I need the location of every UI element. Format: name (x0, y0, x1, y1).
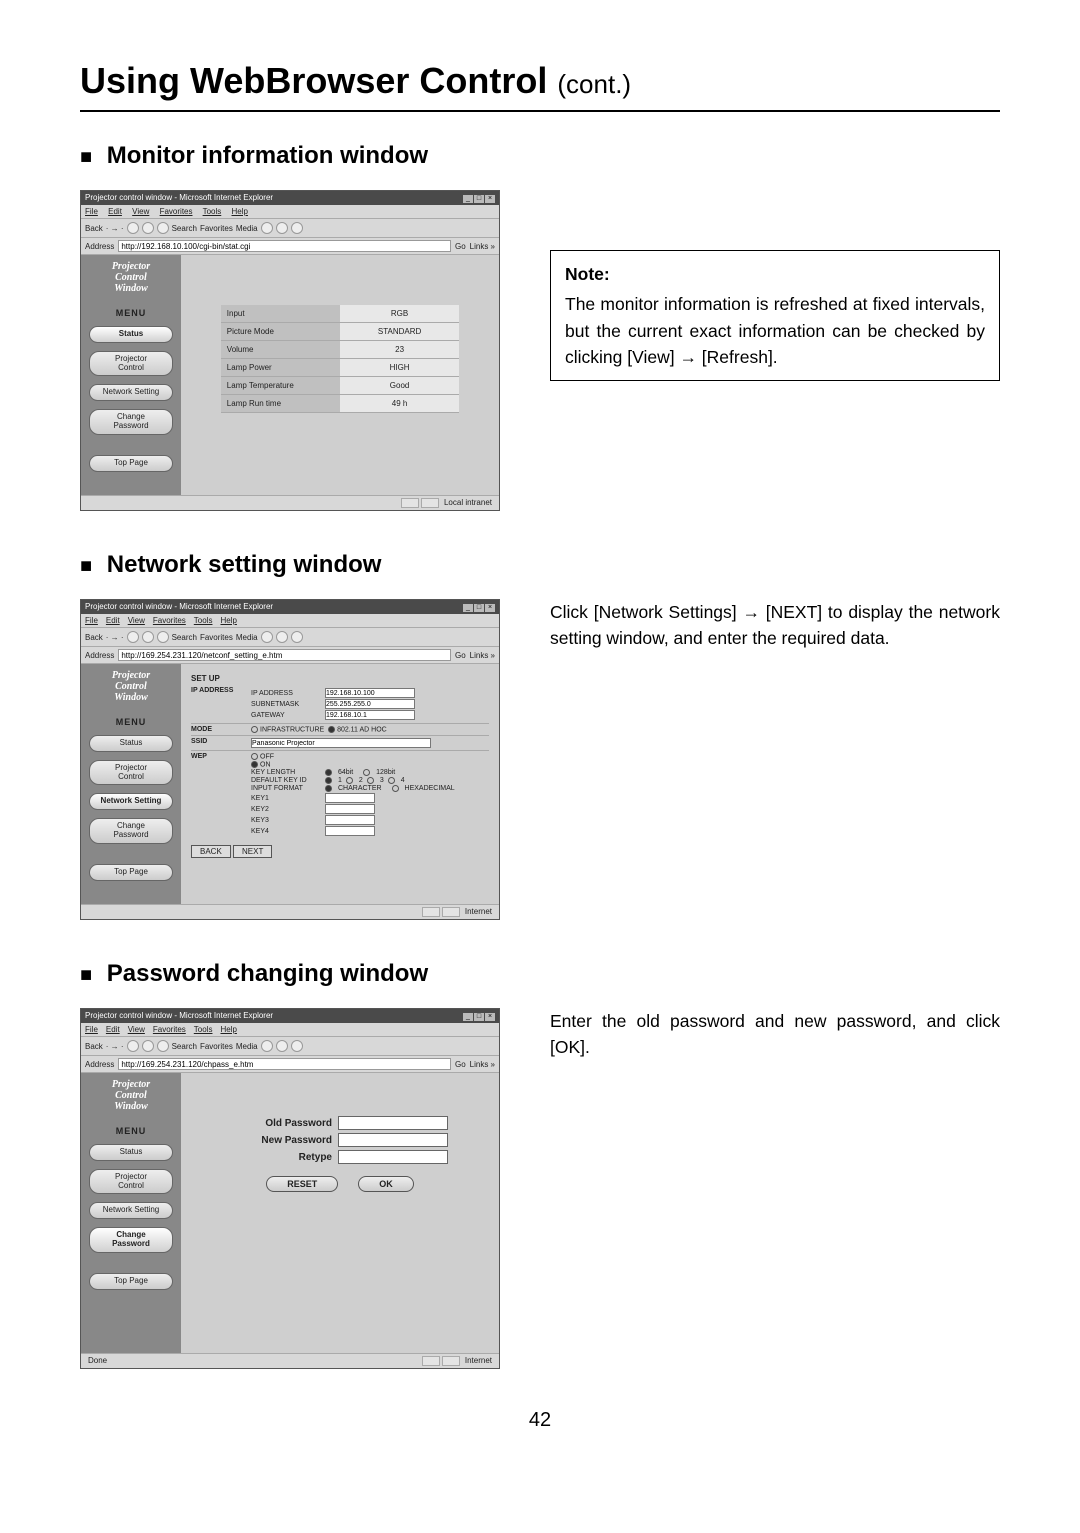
screenshot-password: Projector control window - Microsoft Int… (80, 1008, 500, 1369)
ip-address-field[interactable] (325, 688, 415, 698)
screenshot-network: Projector control window - Microsoft Int… (80, 599, 500, 920)
projector-control-window-logo: Projector Control Window (112, 261, 150, 294)
radio-wep-off[interactable] (251, 753, 258, 760)
square-bullet-icon: ■ (80, 146, 92, 168)
titlebar: Projector control window - Microsoft Int… (81, 191, 499, 205)
key2-field[interactable] (325, 804, 375, 814)
sidebar-item-top-page[interactable]: Top Page (89, 455, 173, 472)
radio-adhoc[interactable] (328, 726, 335, 733)
key1-field[interactable] (325, 793, 375, 803)
radio-infrastructure[interactable] (251, 726, 258, 733)
sidebar-item-projector-control[interactable]: Projector Control (89, 760, 173, 786)
go-button[interactable]: Go (455, 242, 466, 251)
table-row: Lamp TemperatureGood (221, 377, 459, 395)
gateway-field[interactable] (325, 710, 415, 720)
key4-field[interactable] (325, 826, 375, 836)
sidebar-item-projector-control[interactable]: Projector Control (89, 351, 173, 377)
reset-button[interactable]: RESET (266, 1176, 338, 1192)
sidebar-item-change-password[interactable]: Change Password (89, 818, 173, 844)
setup-title: SET UP (191, 674, 489, 683)
old-password-field[interactable] (338, 1116, 448, 1130)
sidebar-item-status[interactable]: Status (89, 326, 173, 343)
screenshot-monitor: Projector control window - Microsoft Int… (80, 190, 500, 511)
address-input[interactable] (118, 1058, 451, 1070)
maximize-icon[interactable]: □ (474, 195, 484, 203)
address-input[interactable] (118, 649, 451, 661)
back-button[interactable]: BACK (191, 845, 231, 858)
links-button[interactable]: Links » (470, 242, 495, 251)
print-icon[interactable] (291, 222, 303, 234)
retype-password-field[interactable] (338, 1150, 448, 1164)
mail-icon[interactable] (276, 222, 288, 234)
new-password-field[interactable] (338, 1133, 448, 1147)
status-done: Done (85, 1356, 110, 1366)
note-box: Note: The monitor information is refresh… (550, 250, 1000, 381)
sidebar-item-change-password[interactable]: Change Password (89, 409, 173, 435)
section-monitor-heading: ■ Monitor information window (80, 142, 1000, 170)
key3-field[interactable] (325, 815, 375, 825)
radio-128bit[interactable] (363, 769, 370, 776)
note-label: Note: (565, 261, 985, 287)
refresh-icon[interactable] (142, 222, 154, 234)
table-row: Lamp Run time49 h (221, 395, 459, 413)
monitor-info-table: InputRGB Picture ModeSTANDARD Volume23 L… (221, 305, 459, 413)
subnet-field[interactable] (325, 699, 415, 709)
home-icon[interactable] (157, 222, 169, 234)
square-bullet-icon: ■ (80, 964, 92, 986)
section-network-heading: ■ Network setting window (80, 551, 1000, 579)
page-title-suffix: (cont.) (557, 69, 631, 99)
sidebar-item-network-setting[interactable]: Network Setting (89, 384, 173, 401)
sidebar-item-network-setting[interactable]: Network Setting (89, 793, 173, 810)
page-title-main: Using WebBrowser Control (80, 60, 547, 101)
note-text: The monitor information is refreshed at … (565, 291, 985, 370)
sidebar: Projector Control Window MENU Status Pro… (81, 255, 181, 495)
radio-64bit[interactable] (325, 769, 332, 776)
network-body-text: Click [Network Settings] → [NEXT] to dis… (550, 599, 1000, 652)
table-row: Volume23 (221, 341, 459, 359)
sidebar-item-projector-control[interactable]: Projector Control (89, 1169, 173, 1195)
address-input[interactable] (118, 240, 451, 252)
toolbar[interactable]: Back · → · Search Favorites Media (81, 219, 499, 238)
history-icon[interactable] (261, 222, 273, 234)
table-row: Lamp PowerHIGH (221, 359, 459, 377)
close-icon[interactable]: × (485, 195, 495, 203)
sidebar-item-change-password[interactable]: Change Password (89, 1227, 173, 1253)
sidebar-item-top-page[interactable]: Top Page (89, 1273, 173, 1290)
sidebar-item-top-page[interactable]: Top Page (89, 864, 173, 881)
password-body-text: Enter the old password and new password,… (550, 1008, 1000, 1061)
ssid-field[interactable] (251, 738, 431, 748)
minimize-icon[interactable]: _ (463, 195, 473, 203)
sidebar-item-status[interactable]: Status (89, 1144, 173, 1161)
ok-button[interactable]: OK (358, 1176, 414, 1192)
radio-wep-on[interactable] (251, 761, 258, 768)
page-title: Using WebBrowser Control (cont.) (80, 60, 1000, 112)
next-button[interactable]: NEXT (233, 845, 272, 858)
statusbar: Local intranet (81, 495, 499, 510)
sidebar-item-network-setting[interactable]: Network Setting (89, 1202, 173, 1219)
sidebar-item-status[interactable]: Status (89, 735, 173, 752)
window-buttons[interactable]: _□× (462, 193, 495, 203)
table-row: Picture ModeSTANDARD (221, 323, 459, 341)
square-bullet-icon: ■ (80, 555, 92, 577)
menu-label: MENU (116, 308, 147, 318)
page-number: 42 (80, 1409, 1000, 1432)
address-bar: Address Go Links » (81, 238, 499, 255)
menubar[interactable]: File Edit View Favorites Tools Help (81, 205, 499, 219)
table-row: InputRGB (221, 305, 459, 323)
stop-icon[interactable] (127, 222, 139, 234)
back-button[interactable]: Back (85, 224, 103, 233)
zone-icon: Local intranet (441, 498, 495, 508)
section-password-heading: ■ Password changing window (80, 960, 1000, 988)
